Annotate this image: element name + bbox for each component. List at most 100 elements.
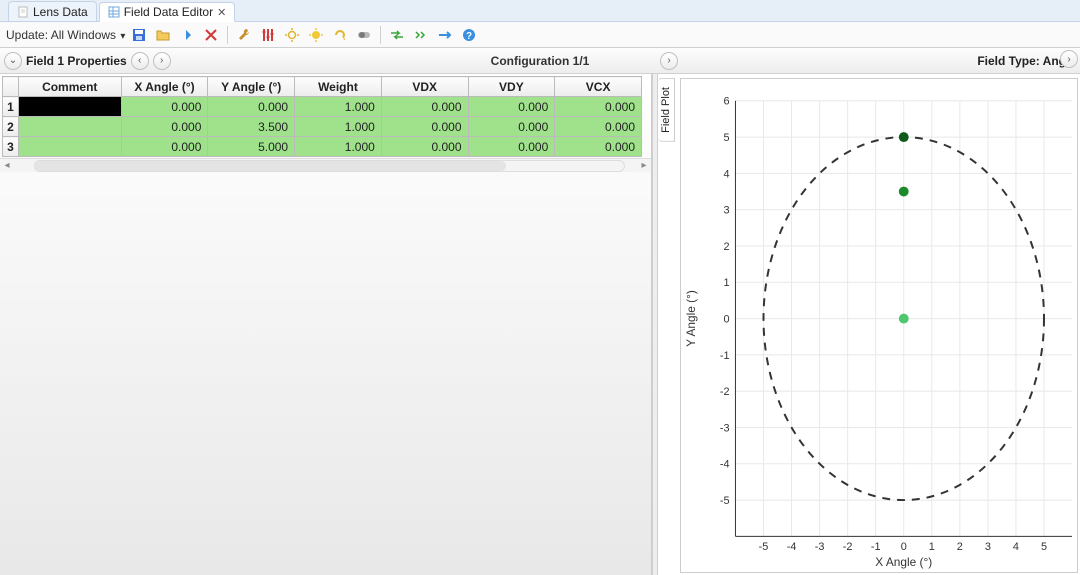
cell-xangle[interactable]: 0.000 bbox=[121, 117, 208, 137]
next-config-button[interactable]: › bbox=[660, 52, 678, 70]
col-header-xangle[interactable]: X Angle (°) bbox=[121, 77, 208, 97]
svg-text:3: 3 bbox=[723, 205, 729, 217]
svg-text:4: 4 bbox=[1013, 541, 1019, 553]
svg-text:-1: -1 bbox=[720, 350, 730, 362]
cell-weight[interactable]: 1.000 bbox=[295, 97, 382, 117]
x-axis-label: X Angle (°) bbox=[875, 555, 932, 569]
scroll-left-icon[interactable]: ◂ bbox=[0, 160, 14, 171]
svg-text:4: 4 bbox=[723, 168, 729, 180]
update-dropdown[interactable]: Update: All Windows ▾ bbox=[6, 28, 125, 42]
svg-text:1: 1 bbox=[723, 277, 729, 289]
svg-text:-4: -4 bbox=[787, 541, 797, 553]
next-field-button[interactable]: › bbox=[153, 52, 171, 70]
cell-weight[interactable]: 1.000 bbox=[295, 117, 382, 137]
cell-vdy[interactable]: 0.000 bbox=[468, 137, 555, 157]
cell-xangle[interactable]: 0.000 bbox=[121, 97, 208, 117]
col-header-weight[interactable]: Weight bbox=[295, 77, 382, 97]
tab-field-data-editor[interactable]: Field Data Editor ✕ bbox=[99, 2, 236, 22]
svg-text:6: 6 bbox=[723, 96, 729, 108]
col-header-vdx[interactable]: VDX bbox=[381, 77, 468, 97]
cell-vdy[interactable]: 0.000 bbox=[468, 97, 555, 117]
cell-vcx[interactable]: 0.000 bbox=[555, 137, 642, 157]
cell-vcx[interactable]: 0.000 bbox=[555, 117, 642, 137]
arrow-right-blue-icon[interactable] bbox=[177, 25, 197, 45]
tab-lens-data[interactable]: Lens Data bbox=[8, 1, 97, 21]
expand-toggle-button[interactable]: ⌄ bbox=[4, 52, 22, 70]
caret-down-icon: ▾ bbox=[120, 31, 125, 42]
svg-text:-3: -3 bbox=[815, 541, 825, 553]
col-header-vcx[interactable]: VCX bbox=[555, 77, 642, 97]
refresh-icon[interactable] bbox=[330, 25, 350, 45]
col-header-yangle[interactable]: Y Angle (°) bbox=[208, 77, 295, 97]
cell-vcx[interactable]: 0.000 bbox=[555, 97, 642, 117]
tab-label: Lens Data bbox=[33, 5, 88, 19]
cell-comment[interactable] bbox=[18, 97, 121, 117]
svg-text:?: ? bbox=[466, 31, 472, 42]
tab-strip: Lens Data Field Data Editor ✕ bbox=[0, 0, 1080, 22]
col-header-comment[interactable]: Comment bbox=[18, 77, 121, 97]
cell-comment[interactable] bbox=[18, 117, 121, 137]
tab-field-plot[interactable]: Field Plot bbox=[658, 78, 675, 142]
cell-vdy[interactable]: 0.000 bbox=[468, 117, 555, 137]
separator bbox=[380, 26, 381, 44]
arrow-right-icon[interactable] bbox=[435, 25, 455, 45]
row-number[interactable]: 2 bbox=[3, 117, 19, 137]
cell-yangle[interactable]: 5.000 bbox=[208, 137, 295, 157]
sun-filled-icon[interactable] bbox=[306, 25, 326, 45]
chart-svg: -5-4-3-2-1012345-5-4-3-2-10123456 X Angl… bbox=[681, 79, 1077, 572]
tab-label: Field Data Editor bbox=[124, 5, 213, 19]
svg-text:3: 3 bbox=[985, 541, 991, 553]
cell-yangle[interactable]: 0.000 bbox=[208, 97, 295, 117]
svg-text:0: 0 bbox=[901, 541, 907, 553]
cell-vdx[interactable]: 0.000 bbox=[381, 137, 468, 157]
scroll-right-icon[interactable]: ▸ bbox=[637, 160, 651, 171]
svg-text:-1: -1 bbox=[871, 541, 881, 553]
cell-vdx[interactable]: 0.000 bbox=[381, 97, 468, 117]
close-icon[interactable]: ✕ bbox=[217, 6, 226, 19]
separator bbox=[227, 26, 228, 44]
col-header-vdy[interactable]: VDY bbox=[468, 77, 555, 97]
field-plot-chart[interactable]: -5-4-3-2-1012345-5-4-3-2-10123456 X Angl… bbox=[680, 78, 1078, 573]
svg-text:2: 2 bbox=[957, 541, 963, 553]
plot-pane: Field Plot -5-4-3-2-1012345-5-4-3-2-1012… bbox=[658, 74, 1080, 575]
properties-title: Field 1 Properties bbox=[26, 54, 127, 68]
vertical-tab-strip: Field Plot bbox=[658, 78, 678, 575]
table-row[interactable]: 1 0.000 0.000 1.000 0.000 0.000 0.000 bbox=[3, 97, 642, 117]
row-number[interactable]: 3 bbox=[3, 137, 19, 157]
prev-field-button[interactable]: ‹ bbox=[131, 52, 149, 70]
delete-x-icon[interactable] bbox=[201, 25, 221, 45]
select-all-cell[interactable] bbox=[3, 77, 19, 97]
horizontal-scrollbar[interactable]: ◂ ▸ bbox=[0, 158, 651, 172]
cell-xangle[interactable]: 0.000 bbox=[121, 137, 208, 157]
cell-weight[interactable]: 1.000 bbox=[295, 137, 382, 157]
svg-text:5: 5 bbox=[1041, 541, 1047, 553]
sun-outline-icon[interactable] bbox=[282, 25, 302, 45]
cell-vdx[interactable]: 0.000 bbox=[381, 117, 468, 137]
configuration-label: Configuration 1/1 bbox=[491, 54, 590, 68]
help-icon[interactable]: ? bbox=[459, 25, 479, 45]
cell-comment[interactable] bbox=[18, 137, 121, 157]
swap-green-icon[interactable] bbox=[387, 25, 407, 45]
svg-text:0: 0 bbox=[723, 314, 729, 326]
update-label: Update: All Windows bbox=[6, 28, 116, 42]
field-data-table[interactable]: Comment X Angle (°) Y Angle (°) Weight V… bbox=[2, 76, 642, 157]
folder-icon[interactable] bbox=[153, 25, 173, 45]
vtab-label: Field Plot bbox=[660, 87, 672, 133]
next-pane-button[interactable]: › bbox=[1060, 50, 1078, 68]
row-number[interactable]: 1 bbox=[3, 97, 19, 117]
document-icon bbox=[17, 6, 29, 18]
cell-yangle[interactable]: 3.500 bbox=[208, 117, 295, 137]
wrench-icon[interactable] bbox=[234, 25, 254, 45]
double-arrow-icon[interactable] bbox=[411, 25, 431, 45]
svg-text:2: 2 bbox=[723, 241, 729, 253]
save-icon[interactable] bbox=[129, 25, 149, 45]
table-row[interactable]: 2 0.000 3.500 1.000 0.000 0.000 0.000 bbox=[3, 117, 642, 137]
svg-text:1: 1 bbox=[929, 541, 935, 553]
table-row[interactable]: 3 0.000 5.000 1.000 0.000 0.000 0.000 bbox=[3, 137, 642, 157]
sliders-icon[interactable] bbox=[258, 25, 278, 45]
scroll-thumb[interactable] bbox=[35, 161, 506, 171]
svg-text:-5: -5 bbox=[759, 541, 769, 553]
svg-text:-3: -3 bbox=[720, 422, 730, 434]
toggle-icon[interactable] bbox=[354, 25, 374, 45]
scroll-track[interactable] bbox=[34, 160, 625, 172]
